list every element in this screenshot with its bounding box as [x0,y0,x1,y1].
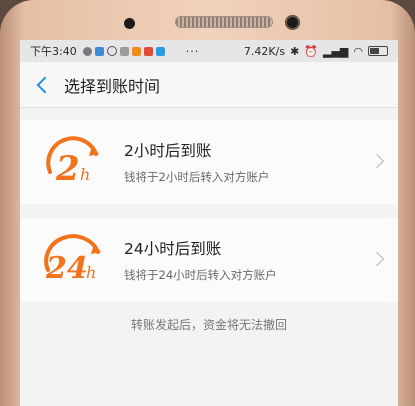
alarm-icon: ⏰ [304,44,318,58]
front-camera [285,15,300,30]
red-app-notification-icon [143,46,153,56]
orange-app-notification-icon [131,46,141,56]
wifi-icon: ◠ [353,44,363,58]
logo-unit: h [80,165,90,184]
clock-2h-icon: 2 h [42,132,108,192]
arrival-time-options: 2 h 2小时后到账 钱将于2小时后转入对方账户 24 h 24小时后到账 钱将… [20,120,398,302]
circle-notification-icon [106,46,117,56]
option-24-hours[interactable]: 24 h 24小时后到账 钱将于24小时后转入对方账户 [20,218,398,302]
page-title: 选择到账时间 [64,76,161,96]
logo-unit: h [86,263,96,282]
logo-number: 2 [55,149,80,189]
status-time: 下午3:40 [30,45,77,58]
chat-notification-icon [82,46,92,56]
option-title: 2小时后到账 [124,142,212,160]
status-right: 7.42K/s ✱ ⏰ ▂▄▆ ◠ [239,45,388,58]
bluetooth-icon: ✱ [290,44,300,58]
clock-24h-icon: 24 h [42,230,108,290]
option-subtitle: 钱将于2小时后转入对方账户 [124,170,270,184]
option-2-hours[interactable]: 2 h 2小时后到账 钱将于2小时后转入对方账户 [20,120,398,204]
option-text: 24小时后到账 钱将于24小时后转入对方账户 [124,237,398,283]
logo-number: 24 [45,251,88,286]
battery-icon [368,46,388,56]
blue-app-notification-icon [155,46,165,56]
phone-frame: 下午3:40 ··· 7.42K/s ✱ ⏰ ▂▄▆ ◠ 选择到账时间 2 h … [0,0,415,406]
phone-screen: 下午3:40 ··· 7.42K/s ✱ ⏰ ▂▄▆ ◠ 选择到账时间 2 h … [20,40,398,406]
proximity-sensor [124,18,135,29]
more-notifications-dots: ··· [185,44,200,58]
image-notification-icon [119,46,129,56]
status-bar: 下午3:40 ··· 7.42K/s ✱ ⏰ ▂▄▆ ◠ [20,40,398,62]
signal-icon: ▂▄▆ [323,44,349,58]
option-subtitle: 钱将于24小时后转入对方账户 [124,268,277,282]
option-text: 2小时后到账 钱将于2小时后转入对方账户 [124,139,398,185]
nav-bar: 选择到账时间 [20,62,398,108]
earpiece-speaker [176,17,272,27]
option-title: 24小时后到账 [124,240,222,258]
app-notification-icon [94,46,104,56]
network-speed: 7.42K/s [243,44,286,58]
withdrawal-notice: 转账发起后，资金将无法撤回 [130,318,287,332]
back-arrow-icon[interactable] [32,74,54,96]
